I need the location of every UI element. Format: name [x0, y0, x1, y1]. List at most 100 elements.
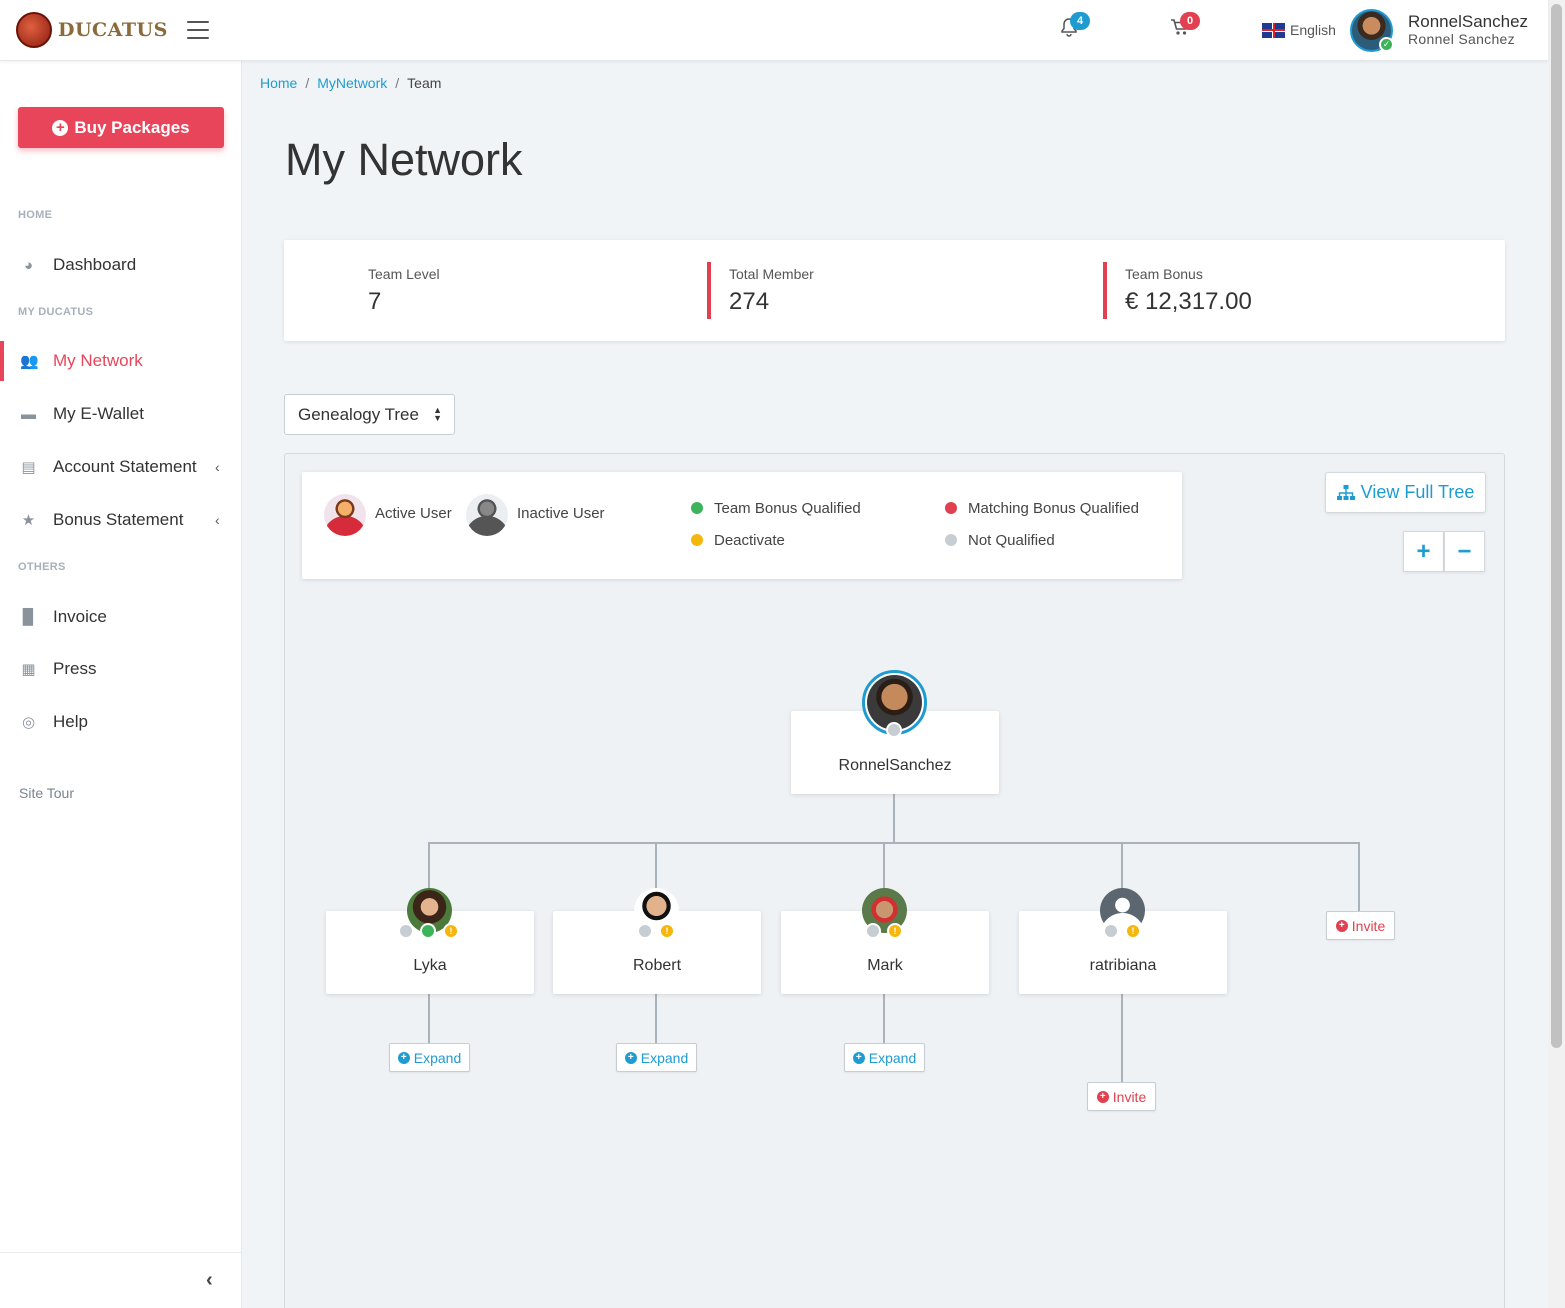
brand-name: DUCATUS	[58, 19, 168, 41]
invite-label: Invite	[1112, 1088, 1147, 1105]
dashboard-gauge-icon: ◕	[23, 256, 34, 274]
stat-label: Team Level	[368, 266, 440, 282]
expand-robert-button[interactable]: + Expand	[616, 1043, 697, 1072]
tree-connector	[655, 992, 657, 1043]
legend-team-bonus-qualified: Team Bonus Qualified	[714, 500, 861, 517]
page-title: My Network	[285, 134, 523, 185]
sidebar-item-label: Bonus Statement	[53, 510, 184, 529]
invite-new-member-button[interactable]: + Invite	[1326, 911, 1395, 940]
invite-label: Invite	[1351, 917, 1386, 934]
file-icon: ▉	[22, 609, 35, 626]
life-ring-icon: ◎	[21, 714, 36, 731]
sidebar-item-invoice[interactable]: ▉ Invoice	[0, 597, 241, 637]
minus-icon: −	[1457, 537, 1472, 565]
language-selector[interactable]: English	[1262, 22, 1336, 38]
stat-label: Team Bonus	[1125, 266, 1203, 282]
page-scrollbar[interactable]	[1548, 0, 1565, 1308]
notifications-button[interactable]: 4	[1060, 12, 1090, 43]
top-header: DUCATUS 4 0 English ✓ RonnelSanchez Ronn…	[0, 0, 1548, 61]
user-fullname: Ronnel Sanchez	[1408, 31, 1515, 47]
zoom-out-button[interactable]: −	[1444, 531, 1485, 572]
sidebar-item-label: Press	[53, 659, 97, 678]
node-name: RonnelSanchez	[838, 757, 952, 774]
sidebar-item-my-network[interactable]: 👥 My Network	[0, 341, 241, 381]
plus-circle-icon: +	[1096, 1090, 1109, 1103]
legend-deactivate: Deactivate	[714, 532, 785, 549]
user-menu[interactable]: RonnelSanchez Ronnel Sanchez	[1408, 13, 1528, 46]
sidebar: + Buy Packages HOME ◕ Dashboard MY DUCAT…	[0, 61, 242, 1308]
expand-label: Expand	[413, 1049, 462, 1066]
sitemap-icon	[1336, 484, 1355, 500]
red-status-dot	[945, 502, 957, 514]
user-avatar[interactable]: ✓	[1350, 9, 1394, 52]
breadcrumb-home[interactable]: Home	[260, 75, 297, 91]
view-full-tree-button[interactable]: View Full Tree	[1325, 472, 1486, 513]
tree-connector	[883, 992, 885, 1043]
warning-status-icon: !	[887, 923, 903, 939]
legend-inactive-user: Inactive User	[517, 505, 605, 522]
tree-connector	[428, 992, 430, 1043]
plus-circle-icon: +	[624, 1051, 637, 1064]
collapse-sidebar-icon[interactable]: ‹	[206, 1269, 213, 1292]
not-qualified-status-dot	[886, 722, 902, 738]
brand-logo[interactable]: DUCATUS	[16, 12, 168, 48]
expand-mark-button[interactable]: + Expand	[844, 1043, 925, 1072]
chevron-left-icon: ‹	[215, 459, 220, 475]
stat-value: € 12,317.00	[1125, 288, 1252, 315]
star-icon: ★	[21, 512, 36, 529]
legend-not-qualified: Not Qualified	[968, 532, 1055, 549]
sidebar-item-help[interactable]: ◎ Help	[0, 702, 241, 742]
not-qualified-status-dot	[865, 923, 881, 939]
legend-active-user: Active User	[375, 505, 452, 522]
stat-label: Total Member	[729, 266, 814, 282]
plus-circle-icon: +	[397, 1051, 410, 1064]
node-name: ratribiana	[1089, 957, 1157, 974]
scrollbar-thumb[interactable]	[1551, 4, 1562, 1048]
plus-icon: +	[1416, 537, 1431, 565]
yellow-status-dot	[691, 534, 703, 546]
node-name: Mark	[867, 957, 903, 974]
plus-circle-icon: +	[52, 119, 69, 136]
zoom-in-button[interactable]: +	[1403, 531, 1444, 572]
sidebar-item-label: Help	[53, 712, 88, 731]
sidebar-item-label: My E-Wallet	[53, 404, 144, 423]
stat-divider	[1103, 262, 1107, 319]
sidebar-item-account-statement[interactable]: ▤ Account Statement ‹	[0, 447, 241, 487]
cart-button[interactable]: 0	[1170, 12, 1200, 41]
plus-circle-icon: +	[852, 1051, 865, 1064]
tree-connector	[1121, 992, 1123, 1083]
sidebar-item-ewallet[interactable]: ▬ My E-Wallet	[0, 394, 241, 434]
view-type-value: Genealogy Tree	[298, 404, 419, 424]
sidebar-item-bonus-statement[interactable]: ★ Bonus Statement ‹	[0, 500, 241, 540]
buy-packages-label: Buy Packages	[74, 117, 190, 137]
cart-badge: 0	[1180, 12, 1200, 30]
menu-toggle-button[interactable]	[187, 21, 209, 39]
uk-flag-icon	[1262, 22, 1285, 38]
expand-lyka-button[interactable]: + Expand	[389, 1043, 470, 1072]
legend-matching-bonus-qualified: Matching Bonus Qualified	[968, 500, 1139, 517]
sidebar-item-dashboard[interactable]: ◕ Dashboard	[0, 245, 241, 285]
newspaper-icon: ▦	[21, 661, 36, 678]
tree-connector	[1358, 842, 1360, 912]
sidebar-item-press[interactable]: ▦ Press	[0, 649, 241, 689]
buy-packages-button[interactable]: + Buy Packages	[18, 107, 224, 148]
sort-caret-icon: ▲ ▼	[433, 405, 442, 423]
language-label: English	[1290, 22, 1336, 38]
breadcrumb: Home / MyNetwork / Team	[260, 75, 442, 91]
id-card-icon: ▤	[21, 459, 36, 476]
stats-card: Team Level 7 Total Member 274 Team Bonus…	[284, 240, 1505, 341]
expand-label: Expand	[640, 1049, 689, 1066]
inactive-user-avatar-icon	[466, 494, 508, 536]
stat-value: 7	[368, 288, 382, 315]
section-label-my-ducatus: MY DUCATUS	[18, 306, 94, 318]
section-label-home: HOME	[18, 209, 53, 221]
site-tour-link[interactable]: Site Tour	[19, 785, 74, 801]
view-type-select[interactable]: Genealogy Tree ▲ ▼	[284, 394, 455, 435]
breadcrumb-mynetwork[interactable]: MyNetwork	[317, 75, 387, 91]
plus-circle-icon: +	[1335, 919, 1348, 932]
warning-status-icon: !	[659, 923, 675, 939]
sidebar-item-label: Dashboard	[53, 255, 137, 274]
genealogy-tree-panel	[284, 453, 1505, 1308]
invite-under-ratribiana-button[interactable]: + Invite	[1087, 1082, 1156, 1111]
users-icon: 👥	[20, 353, 39, 370]
